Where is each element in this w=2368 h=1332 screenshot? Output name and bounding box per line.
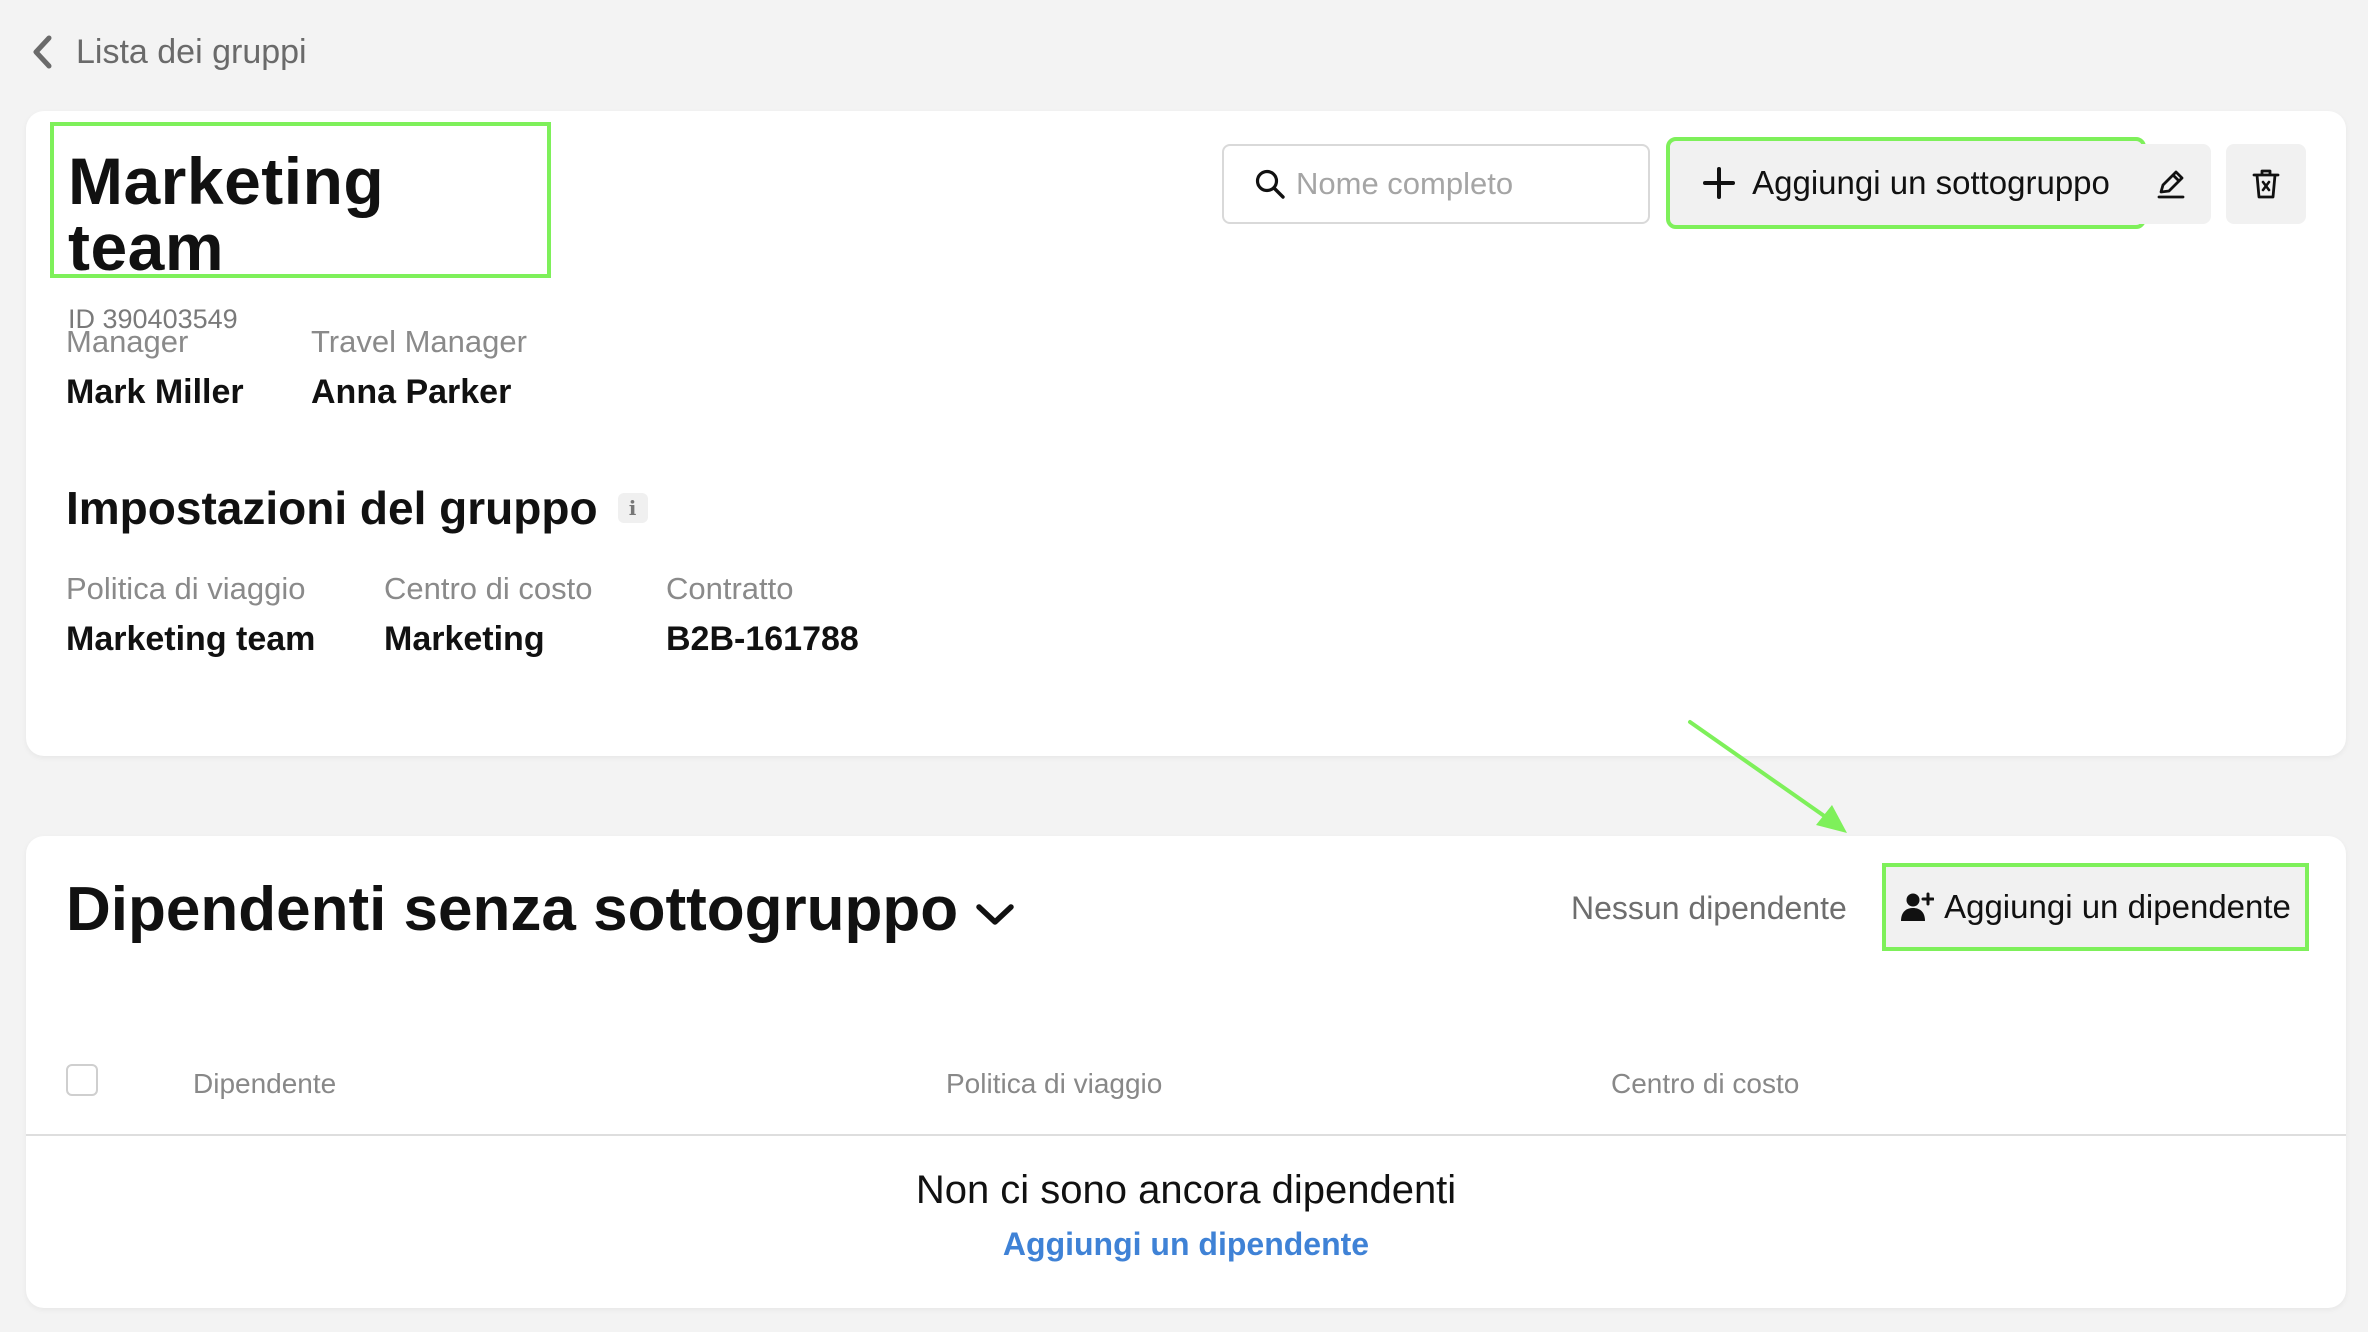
back-link[interactable]: Lista dei gruppi	[30, 28, 307, 76]
search-field[interactable]	[1222, 144, 1650, 224]
plus-icon	[1703, 167, 1736, 199]
add-employee-label: Aggiungi un dipendente	[1944, 888, 2291, 925]
employees-section-toggle[interactable]: Dipendenti senza sottogruppo	[66, 874, 1016, 945]
cost-center-label: Centro di costo	[384, 571, 593, 606]
chevron-down-icon	[976, 903, 1014, 925]
settings-title: Impostazioni del gruppo i	[66, 481, 648, 535]
info-icon[interactable]: i	[617, 493, 648, 523]
edit-button[interactable]	[2131, 144, 2211, 224]
contract-field: Contratto B2B-161788	[666, 573, 859, 656]
travel-manager-label: Travel Manager	[311, 324, 527, 359]
employee-count-status: Nessun dipendente	[1571, 890, 1847, 926]
annotation-arrow	[1688, 720, 1847, 833]
empty-state-message: Non ci sono ancora dipendenti	[915, 1168, 1457, 1212]
employees-card: Dipendenti senza sottogruppo Nessun dipe…	[26, 836, 2346, 1308]
trash-icon	[2252, 169, 2280, 199]
search-input[interactable]	[1296, 166, 1616, 202]
cost-center-field: Centro di costo Marketing	[384, 573, 593, 656]
group-details-card: Marketing team ID 390403549 Aggiungi un …	[26, 111, 2346, 756]
page-title: Marketing team	[68, 144, 385, 284]
contract-label: Contratto	[666, 571, 794, 606]
travel-policy-value: Marketing team	[66, 620, 316, 658]
select-all-checkbox[interactable]	[66, 1064, 98, 1096]
settings-title-text: Impostazioni del gruppo	[66, 482, 598, 534]
manager-value: Mark Miller	[66, 373, 244, 411]
search-icon	[1255, 169, 1285, 199]
travel-policy-field: Politica di viaggio Marketing team	[66, 573, 315, 656]
cost-center-value: Marketing	[384, 620, 545, 658]
add-employee-button[interactable]: Aggiungi un dipendente	[1882, 863, 2309, 951]
column-travel-policy[interactable]: Politica di viaggio	[946, 1068, 1162, 1100]
column-employee[interactable]: Dipendente	[193, 1068, 336, 1100]
pencil-icon	[2157, 170, 2185, 199]
add-subgroup-label: Aggiungi un sottogruppo	[1752, 164, 2110, 201]
employees-title: Dipendenti senza sottogruppo	[66, 875, 959, 944]
user-plus-icon	[1901, 892, 1935, 921]
travel-manager-value: Anna Parker	[311, 373, 512, 411]
add-subgroup-button[interactable]: Aggiungi un sottogruppo	[1666, 137, 2146, 229]
manager-label: Manager	[66, 324, 189, 359]
delete-button[interactable]	[2226, 144, 2306, 224]
contract-value: B2B-161788	[666, 620, 859, 658]
chevron-left-icon	[33, 35, 52, 69]
column-cost-center[interactable]: Centro di costo	[1611, 1068, 1799, 1100]
travel-policy-label: Politica di viaggio	[66, 571, 306, 606]
back-link-label: Lista dei gruppi	[76, 32, 307, 71]
table-header: Dipendente Politica di viaggio Centro di…	[26, 1046, 2346, 1136]
manager-field: Manager Mark Miller	[66, 326, 244, 409]
group-title-block: Marketing team ID 390403549	[50, 122, 551, 334]
empty-state-add-link[interactable]: Aggiungi un dipendente	[26, 1226, 2346, 1263]
travel-manager-field: Travel Manager Anna Parker	[311, 326, 527, 409]
